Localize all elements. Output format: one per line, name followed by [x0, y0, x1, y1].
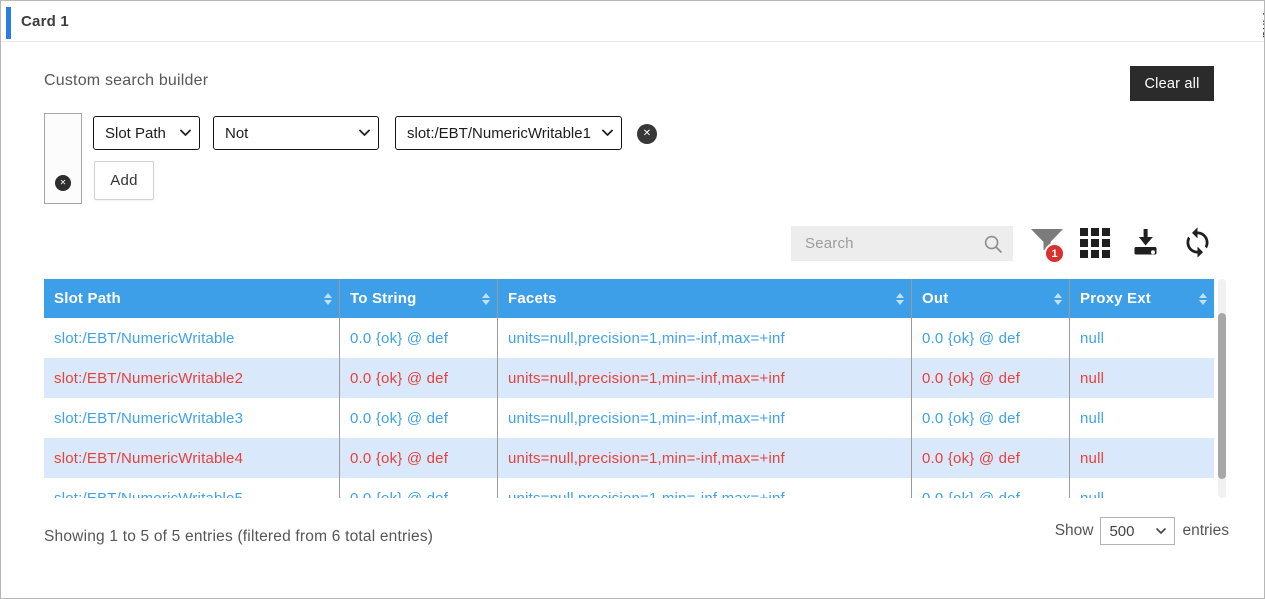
cell-proxy-ext[interactable]: null	[1070, 398, 1214, 438]
cell-slot-path[interactable]: slot:/EBT/NumericWritable3	[44, 398, 340, 438]
entries-summary: Showing 1 to 5 of 5 entries (filtered fr…	[44, 528, 433, 546]
grid-icon	[1080, 246, 1110, 261]
rule-value-select[interactable]: slot:/EBT/NumericWritable1	[395, 116, 622, 150]
page-size-control: Show 500 entries	[1055, 517, 1229, 545]
refresh-icon[interactable]	[1181, 226, 1214, 259]
remove-group-button[interactable]: ✕	[55, 175, 71, 191]
column-header-to-string[interactable]: To String	[340, 279, 498, 318]
x-circle-icon: ✕	[643, 129, 651, 139]
remove-rule-button[interactable]: ✕	[637, 124, 657, 144]
table-row: slot:/EBT/NumericWritable4 0.0 {ok} @ de…	[44, 438, 1214, 478]
column-header-out[interactable]: Out	[912, 279, 1070, 318]
column-header-proxy-ext[interactable]: Proxy Ext	[1070, 279, 1214, 318]
cell-slot-path[interactable]: slot:/EBT/NumericWritable5	[44, 478, 340, 498]
table-row: slot:/EBT/NumericWritable 0.0 {ok} @ def…	[44, 318, 1214, 358]
cell-to-string[interactable]: 0.0 {ok} @ def	[340, 358, 498, 398]
cell-slot-path[interactable]: slot:/EBT/NumericWritable4	[44, 438, 340, 478]
download-button[interactable]	[1129, 226, 1162, 259]
add-rule-button[interactable]: Add	[94, 161, 154, 200]
cell-to-string[interactable]: 0.0 {ok} @ def	[340, 318, 498, 358]
column-header-facets[interactable]: Facets	[498, 279, 912, 318]
sort-icon	[1199, 293, 1207, 305]
column-header-slot-path[interactable]: Slot Path	[44, 279, 340, 318]
table-row: slot:/EBT/NumericWritable5 0.0 {ok} @ de…	[44, 478, 1214, 498]
cell-to-string[interactable]: 0.0 {ok} @ def	[340, 478, 498, 498]
rule-operator-select-wrap: Not	[213, 116, 379, 150]
group-operator-label: And	[12, 13, 1265, 39]
sort-icon	[1054, 293, 1062, 305]
builder-heading: Custom search builder	[44, 72, 208, 90]
cell-to-string[interactable]: 0.0 {ok} @ def	[340, 398, 498, 438]
rule-value-select-wrap: slot:/EBT/NumericWritable1	[395, 116, 622, 150]
sort-icon	[482, 293, 490, 305]
cell-proxy-ext[interactable]: null	[1070, 438, 1214, 478]
sort-icon	[896, 293, 904, 305]
cell-to-string[interactable]: 0.0 {ok} @ def	[340, 438, 498, 478]
table-row: slot:/EBT/NumericWritable2 0.0 {ok} @ de…	[44, 358, 1214, 398]
page-size-select[interactable]: 500	[1100, 517, 1175, 545]
cell-facets[interactable]: units=null,precision=1,min=-inf,max=+inf	[498, 398, 912, 438]
cell-facets[interactable]: units=null,precision=1,min=-inf,max=+inf	[498, 358, 912, 398]
card-panel: Card 1 Custom search builder Clear all A…	[0, 0, 1265, 599]
columns-button[interactable]	[1080, 228, 1110, 258]
cell-out[interactable]: 0.0 {ok} @ def	[912, 478, 1070, 498]
cell-out[interactable]: 0.0 {ok} @ def	[912, 358, 1070, 398]
cell-facets[interactable]: units=null,precision=1,min=-inf,max=+inf	[498, 438, 912, 478]
table-row: slot:/EBT/NumericWritable3 0.0 {ok} @ de…	[44, 398, 1214, 438]
search-input[interactable]	[791, 226, 1013, 261]
card-accent-bar	[6, 7, 11, 39]
clear-all-button[interactable]: Clear all	[1130, 66, 1214, 101]
card-header-divider	[1, 41, 1264, 42]
cell-facets[interactable]: units=null,precision=1,min=-inf,max=+inf	[498, 478, 912, 498]
refresh-circular-arrows-icon	[1181, 247, 1214, 262]
rule-field-select[interactable]: Slot Path	[93, 116, 200, 150]
cell-out[interactable]: 0.0 {ok} @ def	[912, 318, 1070, 358]
table-scrollbar-thumb[interactable]	[1218, 313, 1226, 479]
entries-label: entries	[1182, 522, 1229, 540]
results-table: Slot Path To String Facets Out Proxy Ext…	[44, 279, 1214, 498]
cell-facets[interactable]: units=null,precision=1,min=-inf,max=+inf	[498, 318, 912, 358]
search-icon	[983, 234, 1003, 259]
cell-slot-path[interactable]: slot:/EBT/NumericWritable2	[44, 358, 340, 398]
cell-slot-path[interactable]: slot:/EBT/NumericWritable	[44, 318, 340, 358]
cell-out[interactable]: 0.0 {ok} @ def	[912, 438, 1070, 478]
cell-proxy-ext[interactable]: null	[1070, 318, 1214, 358]
filter-count-badge: 1	[1044, 243, 1065, 264]
rule-field-select-wrap: Slot Path	[93, 116, 200, 150]
table-header-row: Slot Path To String Facets Out Proxy Ext	[44, 279, 1214, 318]
x-circle-icon: ✕	[60, 179, 67, 187]
download-icon	[1129, 247, 1162, 262]
cell-proxy-ext[interactable]: null	[1070, 358, 1214, 398]
rule-operator-select[interactable]: Not	[213, 116, 379, 150]
sort-icon	[324, 293, 332, 305]
cell-proxy-ext[interactable]: null	[1070, 478, 1214, 498]
show-label: Show	[1055, 522, 1094, 540]
cell-out[interactable]: 0.0 {ok} @ def	[912, 398, 1070, 438]
table-scrollbar-track[interactable]	[1218, 279, 1226, 498]
search-box	[791, 226, 1013, 261]
page-size-select-wrap: 500	[1100, 517, 1175, 545]
